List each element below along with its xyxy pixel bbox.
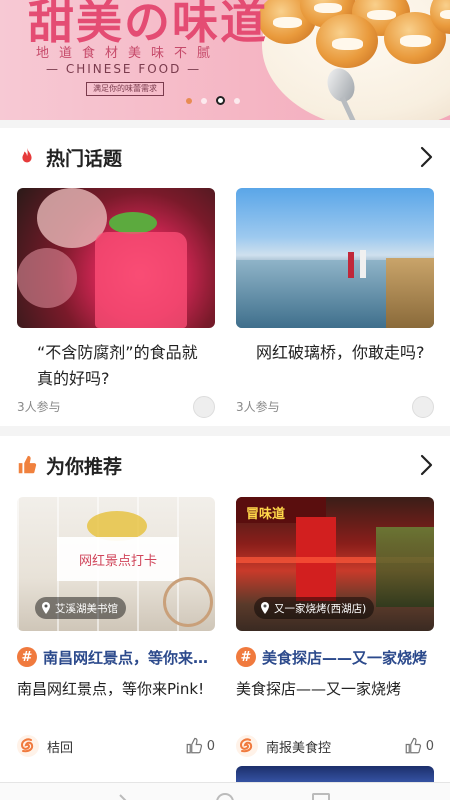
- section-header[interactable]: 热门话题: [16, 144, 122, 170]
- section-title: 为你推荐: [46, 455, 123, 478]
- image-caption: 网红景点打卡: [78, 553, 157, 569]
- like-button[interactable]: 0: [185, 735, 215, 757]
- banner-carousel[interactable]: 甜美の味道 地道食材美味不腻 — CHINESE FOOD — 满足你的味蕾需求: [0, 0, 450, 120]
- thumbs-up-outline-icon: [405, 737, 421, 754]
- author-info[interactable]: 桔回: [17, 735, 73, 757]
- recommend-section: 为你推荐 网红景点打卡 艾溪湖美书馆 # 南昌网红景点，等你来Pink! 南昌网…: [0, 436, 450, 782]
- section-header[interactable]: 为你推荐: [16, 452, 122, 478]
- glass-bridge-image: [236, 188, 434, 328]
- recommend-card[interactable]: 网红景点打卡 艾溪湖美书馆 # 南昌网红景点，等你来Pink! 南昌网红景点，等…: [17, 497, 215, 767]
- topic-card[interactable]: “不含防腐剂”的食品就真的好吗? 3人参与: [17, 188, 215, 424]
- system-nav-bar: [0, 782, 450, 800]
- chevron-right-icon[interactable]: [416, 146, 436, 168]
- avatar[interactable]: [193, 396, 215, 418]
- carousel-dot[interactable]: [186, 97, 192, 104]
- back-icon[interactable]: [116, 793, 130, 800]
- cream-puff-image: [316, 14, 378, 68]
- carousel-dot[interactable]: [234, 97, 240, 104]
- author-info[interactable]: 南报美食控: [236, 735, 331, 757]
- author-logo-icon: [17, 735, 39, 757]
- post-description[interactable]: 南昌网红景点，等你来Pink!: [17, 677, 215, 701]
- location-name: 艾溪湖美书馆: [55, 602, 118, 615]
- banner-subtitle: 地道食材美味不腻: [36, 46, 221, 61]
- participant-count: 3人参与: [236, 400, 280, 414]
- flame-icon: [22, 147, 32, 163]
- like-button[interactable]: 0: [404, 735, 434, 757]
- recommend-card[interactable]: 冒味道 又一家烧烤(西湖店) # 美食探店——又一家烧烤 美食探店——又一家烧烤…: [236, 497, 434, 767]
- location-tag[interactable]: 艾溪湖美书馆: [35, 597, 126, 619]
- like-count: 0: [206, 738, 215, 754]
- topic-title[interactable]: 网红破璃桥，你敢走吗?: [256, 340, 432, 366]
- topic-link[interactable]: # 南昌网红景点，等你来Pink!: [17, 645, 215, 669]
- topic-link[interactable]: # 美食探店——又一家烧烤: [236, 645, 434, 669]
- chevron-right-icon[interactable]: [416, 454, 436, 476]
- thumbs-up-icon: [18, 455, 37, 474]
- pomegranate-drink-image: [17, 188, 215, 328]
- hot-topics-section: 热门话题 “不含防腐剂”的食品就真的好吗? 3人参与 网红破璃桥，你敢走吗? 3…: [0, 128, 450, 426]
- location-pin-icon: [42, 602, 50, 614]
- location-tag[interactable]: 又一家烧烤(西湖店): [254, 597, 375, 619]
- carousel-dot-active[interactable]: [216, 96, 225, 105]
- author-logo-icon: [236, 735, 258, 757]
- topic-title[interactable]: “不含防腐剂”的食品就真的好吗?: [37, 340, 213, 392]
- carousel-indicator: [186, 96, 240, 105]
- avatar[interactable]: [412, 396, 434, 418]
- location-name: 又一家烧烤(西湖店): [274, 602, 367, 615]
- participant-count: 3人参与: [17, 400, 61, 414]
- home-icon[interactable]: [216, 793, 234, 800]
- recent-apps-icon[interactable]: [312, 793, 330, 800]
- topic-card[interactable]: 网红破璃桥，你敢走吗? 3人参与: [236, 188, 434, 424]
- topic-text: 南昌网红景点，等你来Pink!: [43, 648, 215, 667]
- thumbs-up-outline-icon: [186, 737, 202, 754]
- like-count: 0: [425, 738, 434, 754]
- banner-tag: 满足你的味蕾需求: [86, 82, 164, 96]
- section-title: 热门话题: [46, 147, 123, 170]
- post-description[interactable]: 美食探店——又一家烧烤: [236, 677, 434, 701]
- author-name: 桔回: [47, 740, 74, 756]
- location-pin-icon: [261, 602, 269, 614]
- carousel-dot[interactable]: [201, 97, 207, 104]
- banner-english-title: — CHINESE FOOD —: [46, 62, 202, 76]
- hashtag-icon: #: [236, 647, 256, 667]
- topic-text: 美食探店——又一家烧烤: [262, 648, 428, 667]
- hashtag-icon: #: [17, 647, 37, 667]
- author-name: 南报美食控: [266, 740, 332, 756]
